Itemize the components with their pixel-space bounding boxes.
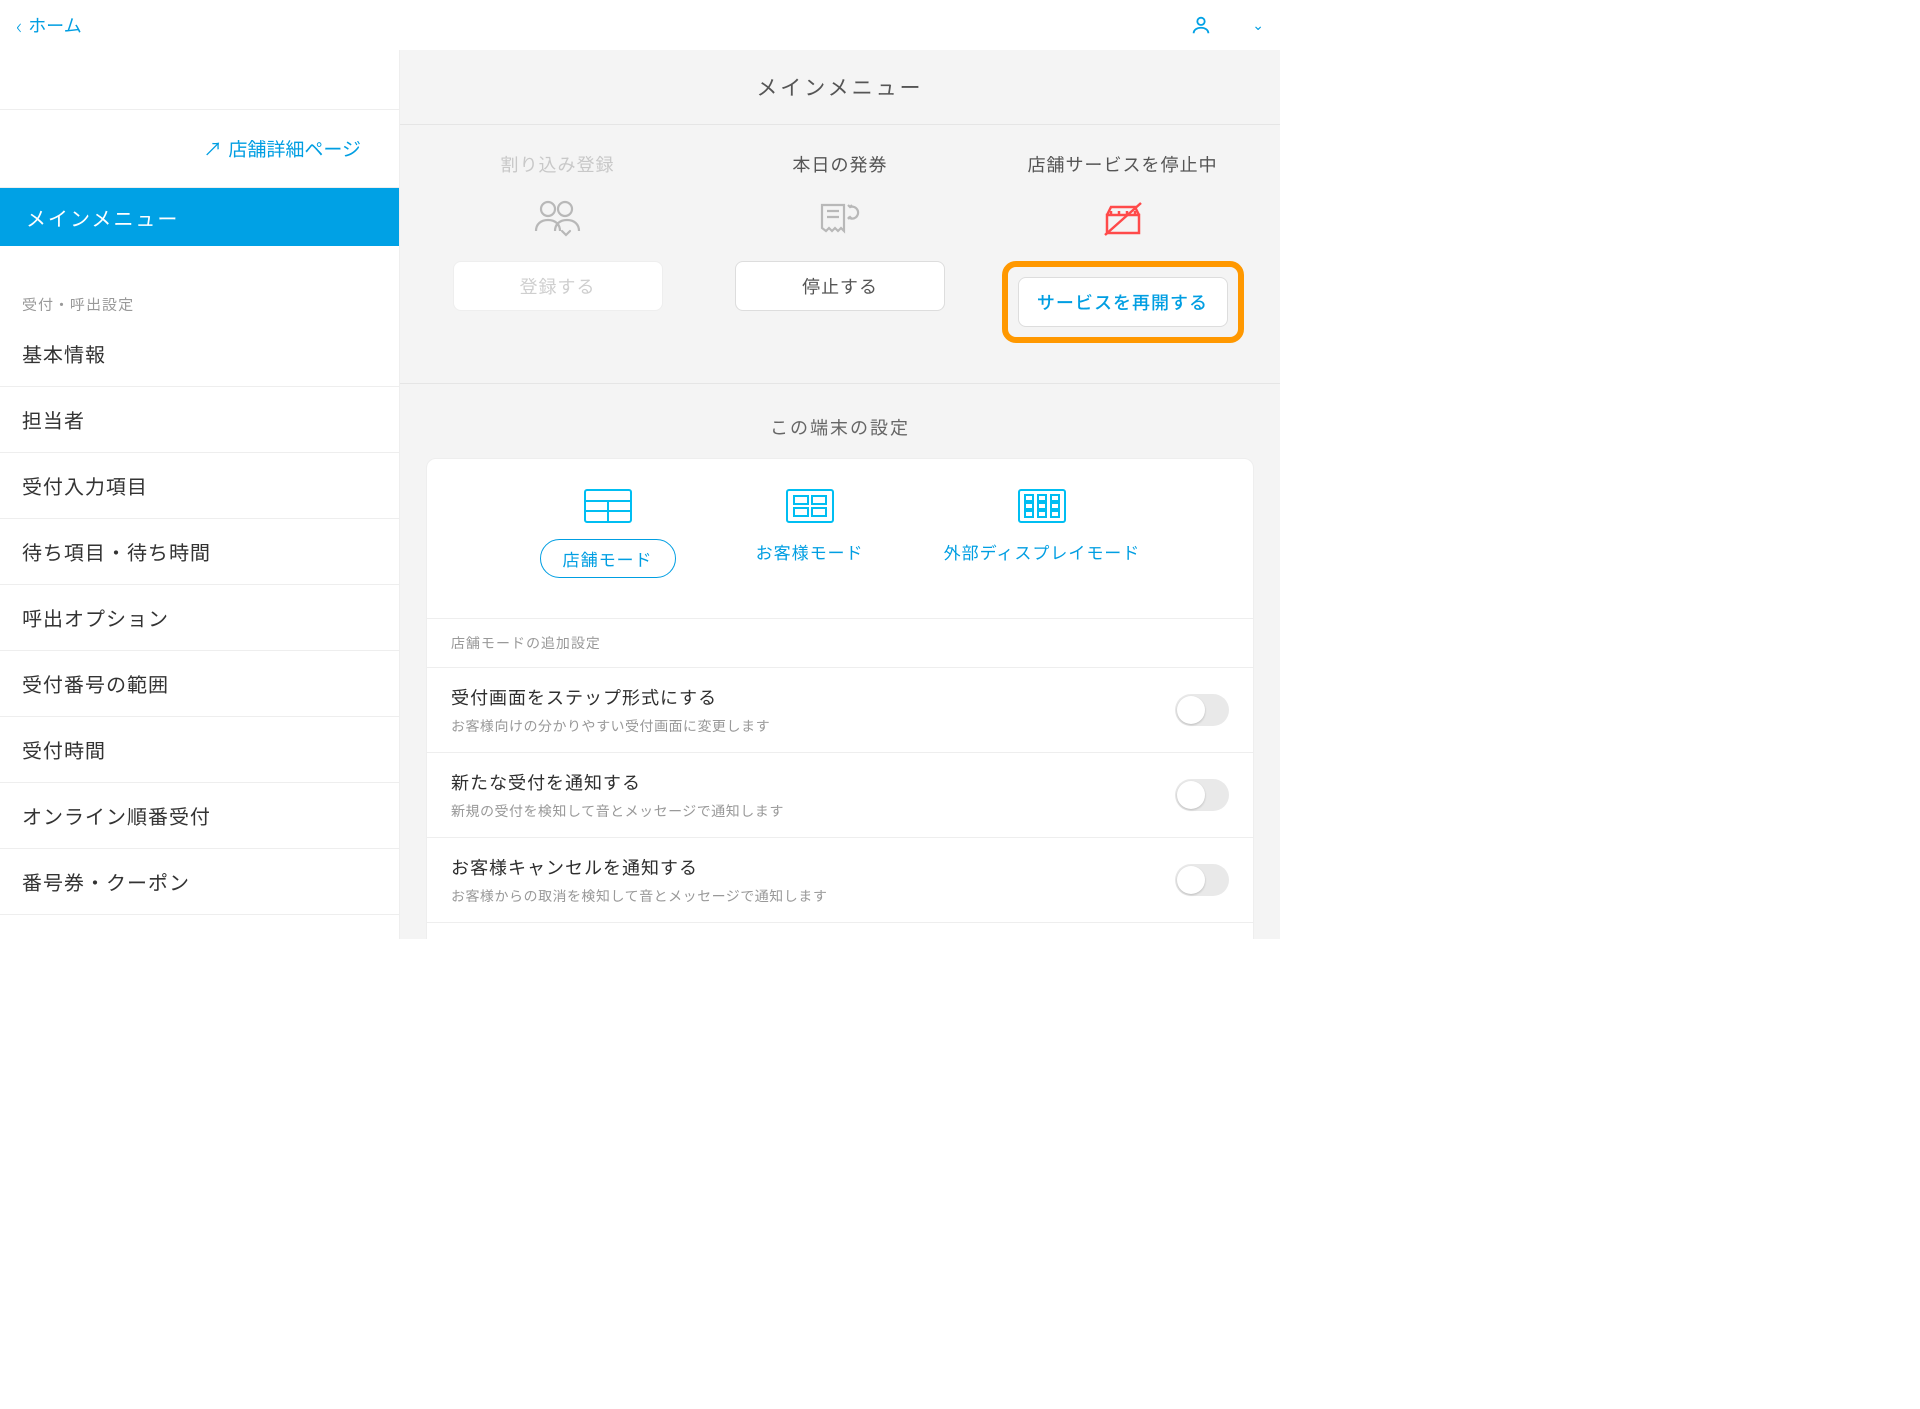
- tab-customer-label: お客様モード: [756, 539, 864, 564]
- action-service-label: 店舗サービスを停止中: [1028, 151, 1218, 177]
- store-detail-link[interactable]: ↗ 店舗詳細ページ: [0, 110, 399, 188]
- setting-row-step-form: 受付画面をステップ形式にする お客様向けの分かりやすい受付画面に変更します: [427, 668, 1253, 753]
- sidebar: ↗ 店舗詳細ページ メインメニュー 受付・呼出設定 基本情報 担当者 受付入力項…: [0, 50, 400, 939]
- sidebar-item-reception-hours[interactable]: 受付時間: [0, 717, 399, 783]
- store-mode-icon: [584, 489, 632, 523]
- display-mode-icon: [1018, 489, 1066, 523]
- sidebar-section-heading: 受付・呼出設定: [0, 294, 399, 321]
- main-pane: メインメニュー 割り込み登録 登録する 本日の発券: [400, 50, 1280, 939]
- tab-customer-mode[interactable]: お客様モード: [756, 489, 864, 578]
- sidebar-item-staff[interactable]: 担当者: [0, 387, 399, 453]
- setting-row-new-notify: 新たな受付を通知する 新規の受付を検知して音とメッセージで通知します: [427, 753, 1253, 838]
- setting-row-cancel-notify: お客様キャンセルを通知する お客様からの取消を検知して音とメッセージで通知します: [427, 838, 1253, 923]
- sidebar-item-ticket-coupon[interactable]: 番号券・クーポン: [0, 849, 399, 915]
- action-interrupt: 割り込み登録 登録する: [433, 151, 683, 343]
- external-link-icon: ↗: [203, 135, 222, 162]
- sidebar-item-online-queue[interactable]: オンライン順番受付: [0, 783, 399, 849]
- back-label: ホーム: [28, 12, 81, 38]
- tab-display-mode[interactable]: 外部ディスプレイモード: [944, 489, 1141, 578]
- sidebar-blank: [0, 50, 399, 110]
- setting-desc: 新規の受付を検知して音とメッセージで通知します: [451, 801, 1159, 821]
- store-closed-icon: [1099, 199, 1147, 239]
- ticket-refresh-icon: [816, 199, 864, 239]
- sidebar-item-basic-info[interactable]: 基本情報: [0, 321, 399, 387]
- action-service: 店舗サービスを停止中 サービスを再開する: [998, 151, 1248, 343]
- action-interrupt-label: 割り込み登録: [501, 151, 615, 177]
- setting-desc: お客様からの取消を検知して音とメッセージで通知します: [451, 886, 1159, 906]
- actions-row: 割り込み登録 登録する 本日の発券: [400, 125, 1280, 384]
- customer-mode-icon: [786, 489, 834, 523]
- chevron-left-icon: ‹: [16, 9, 22, 41]
- sidebar-item-input-fields[interactable]: 受付入力項目: [0, 453, 399, 519]
- toggle-step-form[interactable]: [1175, 694, 1229, 726]
- setting-title: お客様キャンセルを通知する: [451, 854, 1159, 880]
- action-ticket-label: 本日の発券: [793, 151, 888, 177]
- sidebar-item-wait-time[interactable]: 待ち項目・待ち時間: [0, 519, 399, 585]
- setting-desc: お客様向けの分かりやすい受付画面に変更します: [451, 716, 1159, 736]
- highlight-ring: サービスを再開する: [1002, 261, 1244, 343]
- tab-store-mode[interactable]: 店舗モード: [540, 489, 676, 578]
- toggle-cancel-notify[interactable]: [1175, 864, 1229, 896]
- main-menu-label: メインメニュー: [26, 203, 179, 232]
- sidebar-item-call-option[interactable]: 呼出オプション: [0, 585, 399, 651]
- setting-title: 受付画面をステップ形式にする: [451, 684, 1159, 710]
- stop-button[interactable]: 停止する: [735, 261, 945, 311]
- sidebar-item-language[interactable]: 言語オプション: [0, 915, 399, 939]
- mode-tabs: 店舗モード お客様モード 外部ディスプレイモード: [427, 459, 1253, 618]
- user-icon[interactable]: [1190, 14, 1212, 36]
- toggle-new-notify[interactable]: [1175, 779, 1229, 811]
- tab-display-label: 外部ディスプレイモード: [944, 539, 1141, 564]
- tab-store-label: 店舗モード: [540, 539, 676, 578]
- sidebar-item-main-menu[interactable]: メインメニュー: [0, 188, 399, 246]
- device-card: 店舗モード お客様モード 外部ディスプレイモード: [426, 458, 1254, 939]
- register-button: 登録する: [453, 261, 663, 311]
- restart-service-button[interactable]: サービスを再開する: [1018, 277, 1228, 327]
- back-button[interactable]: ‹ ホーム: [16, 9, 82, 41]
- people-icon: [532, 199, 584, 239]
- setting-title: 新たな受付を通知する: [451, 769, 1159, 795]
- device-heading: この端末の設定: [400, 384, 1280, 458]
- setting-row-voice: 受付音声を利用する: [427, 923, 1253, 939]
- sidebar-gap: [0, 246, 399, 294]
- action-ticket: 本日の発券 停止する: [715, 151, 965, 343]
- page-title: メインメニュー: [400, 50, 1280, 125]
- sidebar-item-number-range[interactable]: 受付番号の範囲: [0, 651, 399, 717]
- settings-sub-heading: 店舗モードの追加設定: [427, 618, 1253, 668]
- store-detail-label: 店舗詳細ページ: [228, 135, 361, 162]
- chevron-down-icon[interactable]: ⌄: [1252, 15, 1264, 35]
